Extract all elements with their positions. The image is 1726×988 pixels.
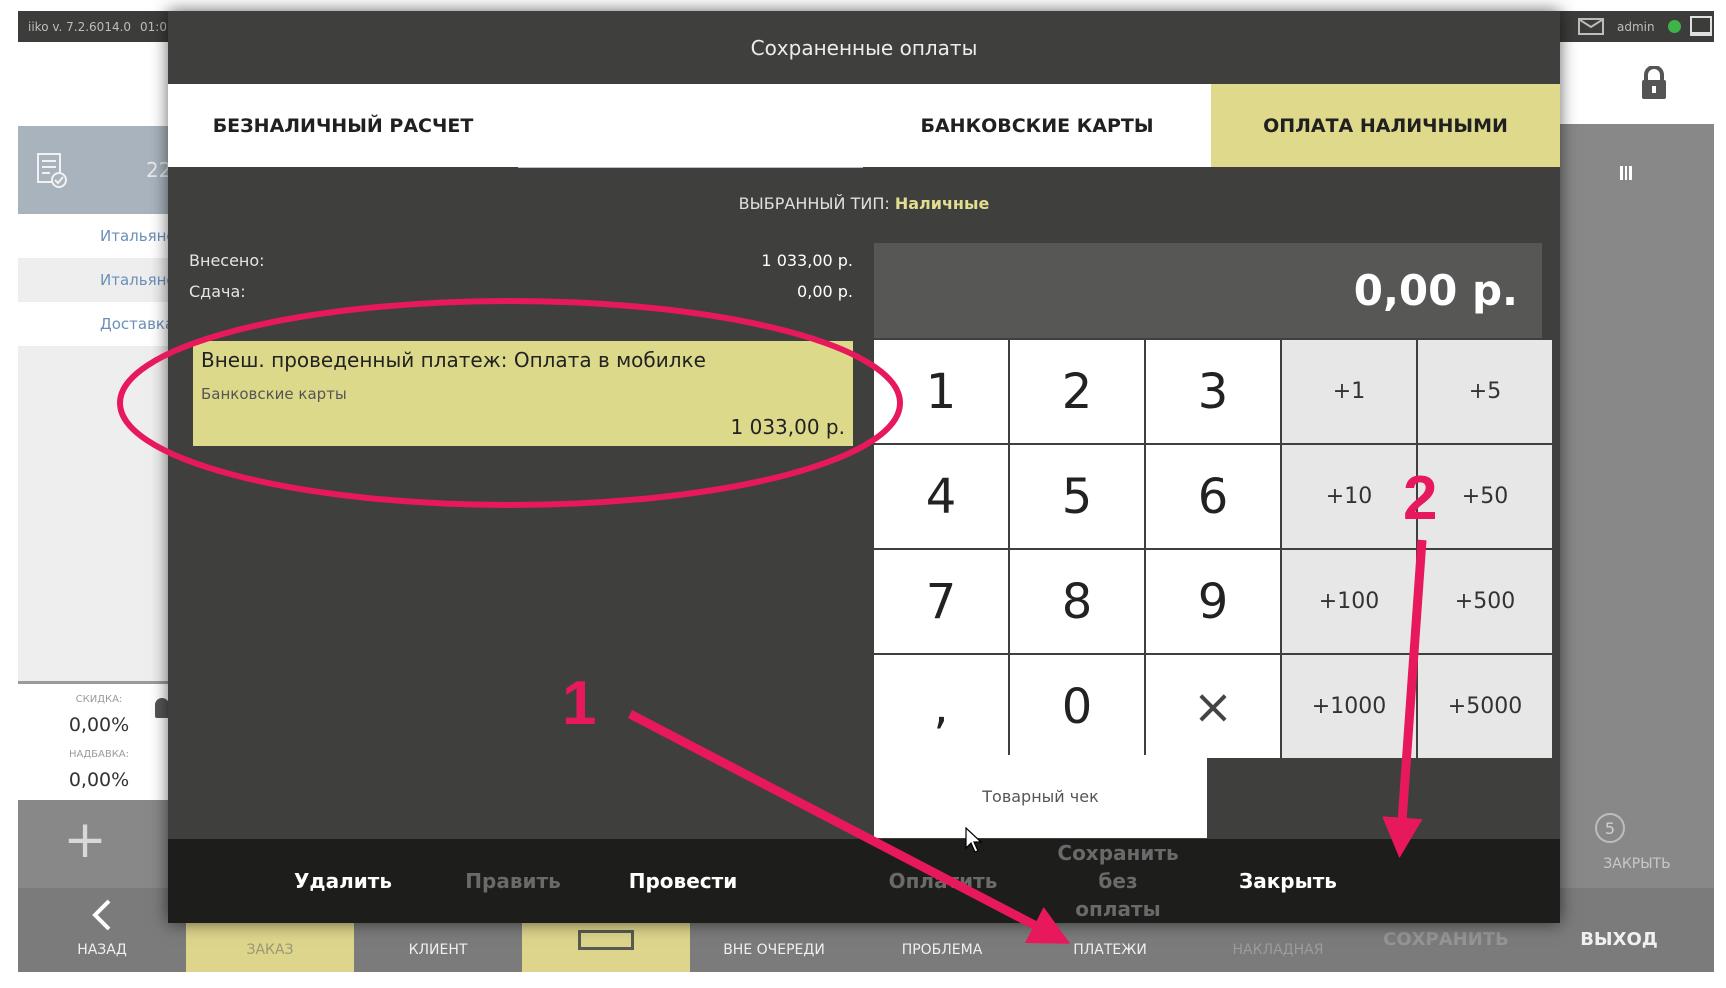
step-number-1: 1: [562, 669, 597, 738]
list-item[interactable]: Итальянс: [18, 214, 170, 258]
tab-bank-cards[interactable]: БАНКОВСКИЕ КАРТЫ: [863, 84, 1211, 167]
process-button[interactable]: Провести: [608, 839, 758, 923]
key-7[interactable]: 7: [874, 550, 1008, 653]
close-button[interactable]: Закрыть: [1208, 839, 1368, 923]
markup-value: 0,00%: [68, 769, 130, 791]
order-header: 22: [18, 126, 171, 214]
nav-problem-label: ПРОБЛЕМА: [901, 942, 983, 958]
right-top-panel: [1560, 42, 1714, 124]
key-9[interactable]: 9: [1146, 550, 1280, 653]
tab-spacer: [518, 84, 863, 167]
change-value: 0,00 р.: [797, 282, 853, 301]
deposited-value: 1 033,00 р.: [761, 251, 853, 270]
deposited-label: Внесено:: [189, 251, 265, 270]
change-label: Сдача:: [189, 282, 246, 301]
key-5[interactable]: 5: [1010, 445, 1144, 548]
window-icon[interactable]: [1690, 16, 1712, 36]
tab-divider: [518, 167, 863, 168]
key-1[interactable]: 1: [874, 340, 1008, 443]
tab-cash[interactable]: ОПЛАТА НАЛИЧНЫМИ: [1211, 84, 1560, 167]
selected-type-value: Наличные: [894, 194, 990, 213]
nav-back-button[interactable]: НАЗАД: [18, 888, 186, 972]
nav-exit-button[interactable]: ВЫХОД: [1535, 888, 1703, 972]
key-plus-1000[interactable]: +1000: [1282, 655, 1416, 758]
payment-type-tabs: БЕЗНАЛИЧНЫЙ РАСЧЕТ БАНКОВСКИЕ КАРТЫ ОПЛА…: [168, 84, 1560, 167]
nav-priority-label: ВНЕ ОЧЕРЕДИ: [723, 942, 825, 958]
nav-save-label: СОХРАНИТЬ: [1383, 929, 1509, 950]
payment-title: Внеш. проведенный платеж: Оплата в мобил…: [201, 348, 706, 372]
payment-amount: 1 033,00 р.: [730, 415, 845, 439]
list-item[interactable]: Доставка: [18, 302, 170, 346]
key-comma[interactable]: ,: [874, 655, 1008, 758]
key-0[interactable]: 0: [1010, 655, 1144, 758]
amount-display: 0,00 р.: [874, 243, 1542, 338]
order-list-icon: [37, 153, 67, 188]
markup-label: НАДБАВКА:: [68, 749, 130, 760]
delete-button[interactable]: Удалить: [268, 839, 418, 923]
key-plus-5000[interactable]: +5000: [1418, 655, 1552, 758]
key-plus-10[interactable]: +10: [1282, 445, 1416, 548]
chevron-left-icon: [92, 899, 111, 931]
key-8[interactable]: 8: [1010, 550, 1144, 653]
status-online-icon: [1668, 20, 1681, 33]
goods-receipt-button[interactable]: Товарный чек: [874, 755, 1207, 838]
key-clear[interactable]: ×: [1146, 655, 1280, 758]
mouse-cursor-icon: [965, 827, 983, 853]
dialog-title: Сохраненные оплаты: [750, 35, 978, 60]
key-6[interactable]: 6: [1146, 445, 1280, 548]
user-name: admin: [1617, 20, 1655, 34]
nav-order-label: ЗАКАЗ: [246, 942, 294, 958]
nav-client-label: КЛИЕНТ: [408, 942, 468, 958]
keyboard-icon: [578, 930, 634, 950]
selected-type-label: ВЫБРАННЫЙ ТИП:: [738, 194, 890, 213]
order-list-empty: [18, 346, 170, 681]
key-4[interactable]: 4: [874, 445, 1008, 548]
saved-payments-dialog: Сохраненные оплаты БЕЗНАЛИЧНЫЙ РАСЧЕТ БА…: [168, 11, 1560, 923]
right-close-label[interactable]: ЗАКРЫТЬ: [1560, 856, 1714, 872]
key-2[interactable]: 2: [1010, 340, 1144, 443]
add-icon[interactable]: +: [60, 810, 110, 870]
key-3[interactable]: 3: [1146, 340, 1280, 443]
tab-cashless[interactable]: БЕЗНАЛИЧНЫЙ РАСЧЕТ: [168, 84, 518, 167]
nav-exit-label: ВЫХОД: [1580, 929, 1658, 950]
edit-button[interactable]: Править: [438, 839, 588, 923]
person-icon: [155, 698, 169, 718]
app-version: iiko v. 7.2.6014.0: [28, 20, 132, 34]
payment-type: Банковские карты: [201, 385, 347, 403]
screen: iiko v. 7.2.6014.0 01:05 admin 22 Италья…: [0, 0, 1726, 988]
save-without-payment-button[interactable]: Сохранить без оплаты: [1038, 839, 1198, 923]
dialog-action-bar: Удалить Править Провести Оплатить Сохран…: [168, 839, 1560, 923]
pay-button[interactable]: Оплатить: [868, 839, 1018, 923]
save-without-payment-label: Сохранить без оплаты: [1057, 841, 1179, 921]
mail-icon[interactable]: [1578, 18, 1604, 35]
close-count-badge: 5: [1595, 813, 1625, 843]
list-item[interactable]: Итальянс: [18, 258, 170, 302]
step-number-2: 2: [1403, 464, 1438, 533]
key-plus-50[interactable]: +50: [1418, 445, 1552, 548]
right-panel: [1560, 124, 1714, 888]
key-plus-1[interactable]: +1: [1282, 340, 1416, 443]
nav-payments-label: ПЛАТЕЖИ: [1073, 942, 1147, 958]
lock-icon[interactable]: [1640, 66, 1668, 100]
selected-type: ВЫБРАННЫЙ ТИП: Наличные: [168, 194, 1560, 213]
key-plus-100[interactable]: +100: [1282, 550, 1416, 653]
payment-item[interactable]: Внеш. проведенный платеж: Оплата в мобил…: [193, 341, 853, 446]
nav-back-label: НАЗАД: [77, 942, 127, 958]
key-plus-500[interactable]: +500: [1418, 550, 1552, 653]
key-plus-5[interactable]: +5: [1418, 340, 1552, 443]
nav-invoice-label: НАКЛАДНАЯ: [1232, 942, 1324, 958]
columns-icon[interactable]: [1620, 166, 1632, 180]
